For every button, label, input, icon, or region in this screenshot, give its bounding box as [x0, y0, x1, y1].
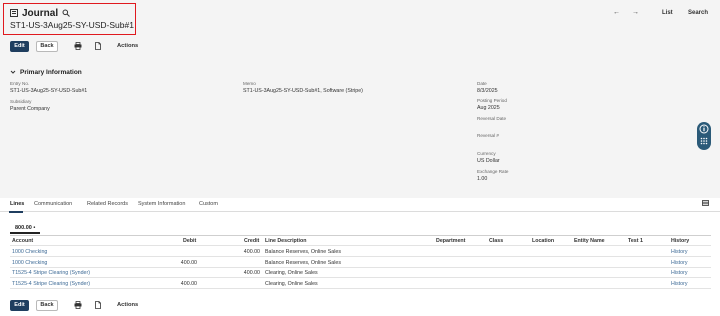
tab-related-records[interactable]: Related Records — [87, 201, 128, 207]
subsidiary-value: Parent Company — [10, 106, 50, 112]
col-debit[interactable]: Debit — [183, 238, 196, 244]
col-department[interactable]: Department — [436, 238, 465, 244]
table-row-account[interactable]: T1525-4 Stripe Clearing (Synder) — [12, 270, 90, 276]
col-class[interactable]: Class — [489, 238, 503, 244]
table-row-credit: 400.00 — [243, 270, 260, 276]
exchange-rate-value: 1.00 — [477, 176, 488, 182]
grid-icon[interactable] — [700, 137, 708, 145]
print-icon[interactable] — [74, 42, 82, 50]
record-name: ST1-US-3Aug25-SY-USD-Sub#1 — [10, 20, 134, 30]
table-row-description: Balance Reserves, Online Sales — [265, 249, 341, 255]
col-line-description[interactable]: Line Description — [265, 238, 307, 244]
row-divider — [10, 277, 711, 278]
pdf-icon[interactable] — [94, 301, 102, 309]
row-divider — [10, 288, 711, 289]
tab-active-indicator — [9, 211, 23, 213]
col-credit[interactable]: Credit — [244, 238, 259, 244]
table-row-description: Balance Reserves, Online Sales — [265, 260, 341, 266]
lines-table — [10, 235, 711, 236]
table-view-icon[interactable] — [702, 200, 709, 206]
memo-value: ST1-US-3Aug25-SY-USD-Sub#1, Software (St… — [243, 88, 363, 94]
col-location[interactable]: Location — [532, 238, 554, 244]
tab-system-information[interactable]: System Information — [138, 201, 185, 207]
subtab-underline — [10, 232, 40, 234]
tab-communication[interactable]: Communication — [34, 201, 72, 207]
row-divider — [10, 267, 711, 268]
table-row-history[interactable]: History — [671, 260, 687, 266]
print-icon[interactable] — [74, 301, 82, 309]
search-icon[interactable] — [62, 9, 70, 17]
page-title: Journal — [22, 8, 59, 19]
lines-subtab[interactable]: 800.00 • — [15, 225, 35, 231]
date-value: 8/3/2025 — [477, 88, 498, 94]
col-test-1[interactable]: Test 1 — [628, 238, 643, 244]
section-title: Primary Information — [20, 69, 82, 76]
help-widget[interactable] — [697, 122, 711, 150]
pdf-icon[interactable] — [94, 42, 102, 50]
table-row-history[interactable]: History — [671, 270, 687, 276]
memo-label: Memo — [243, 81, 256, 86]
arrow-left-icon[interactable]: ← — [613, 9, 620, 16]
row-divider — [10, 245, 711, 246]
tab-custom[interactable]: Custom — [199, 201, 218, 207]
table-row-debit: 400.00 — [180, 281, 197, 287]
back-button-bottom[interactable]: Back — [36, 300, 58, 311]
help-icon[interactable] — [699, 124, 709, 134]
table-row-description: Clearing, Online Sales — [265, 281, 318, 287]
col-entity-name[interactable]: Entity Name — [574, 238, 605, 244]
table-row-account[interactable]: 1000 Checking — [12, 249, 47, 255]
posting-period-value: Aug 2025 — [477, 105, 500, 111]
back-button[interactable]: Back — [36, 41, 58, 52]
tab-lines[interactable]: Lines — [10, 201, 24, 207]
table-row-history[interactable]: History — [671, 249, 687, 255]
table-row-account[interactable]: T1525-4 Stripe Clearing (Synder) — [12, 281, 90, 287]
reversal-no-label: Reversal # — [477, 133, 499, 138]
reversal-date-label: Reversal Date — [477, 116, 507, 121]
list-link[interactable]: List — [662, 10, 673, 16]
col-account[interactable]: Account — [12, 238, 33, 244]
table-row-credit: 400.00 — [243, 249, 260, 255]
edit-button[interactable]: Edit — [10, 41, 29, 52]
actions-menu-bottom[interactable]: Actions — [117, 302, 138, 308]
actions-menu[interactable]: Actions — [117, 43, 138, 49]
table-row-description: Clearing, Online Sales — [265, 270, 318, 276]
table-row-account[interactable]: 1000 Checking — [12, 260, 47, 266]
search-link[interactable]: Search — [688, 10, 708, 16]
subsidiary-label: Subsidiary — [10, 99, 32, 104]
exchange-rate-label: Exchange Rate — [477, 169, 509, 174]
currency-value: US Dollar — [477, 158, 500, 164]
entry-no-value: ST1-US-3Aug25-SY-USD-Sub#1 — [10, 88, 88, 94]
record-icon — [10, 9, 18, 17]
posting-period-label: Posting Period — [477, 98, 507, 103]
entry-no-label: Entry No. — [10, 81, 30, 86]
row-divider — [10, 256, 711, 257]
arrow-right-icon[interactable]: → — [632, 9, 639, 16]
edit-button-bottom[interactable]: Edit — [10, 300, 29, 311]
col-history[interactable]: History — [671, 238, 689, 244]
chevron-down-icon[interactable] — [10, 69, 16, 75]
table-row-debit: 400.00 — [180, 260, 197, 266]
table-row-history[interactable]: History — [671, 281, 687, 287]
date-label: Date — [477, 81, 487, 86]
currency-label: Currency — [477, 151, 496, 156]
